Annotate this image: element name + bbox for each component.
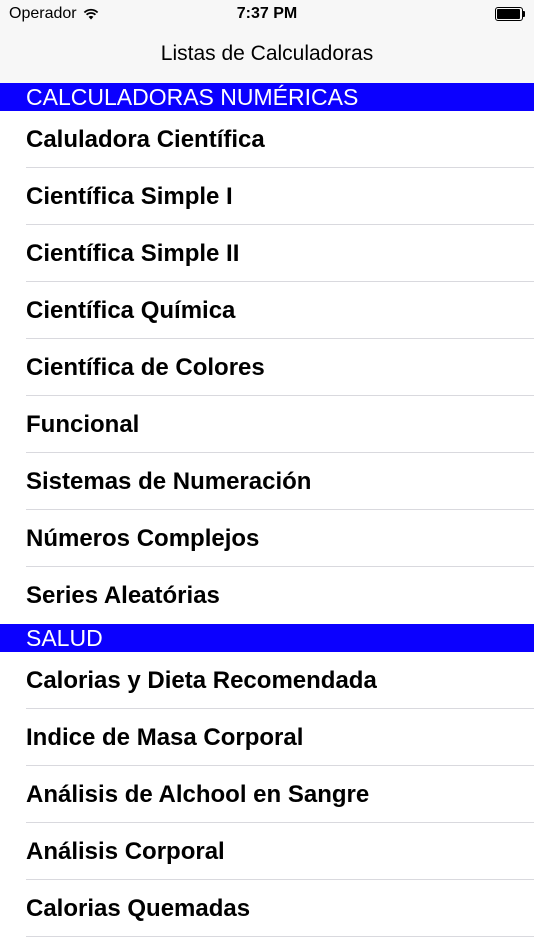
calculator-list: CALCULADORAS NUMÉRICAS Caluladora Cientí…	[0, 83, 534, 937]
list-item-sistemas-numeracion[interactable]: Sistemas de Numeración	[0, 453, 534, 510]
list-item-label: Análisis Corporal	[26, 837, 225, 865]
list-item-label: Funcional	[26, 410, 140, 438]
page-title: Listas de Calculadoras	[160, 42, 374, 65]
list-item-label: Científica Simple I	[26, 182, 233, 210]
section-header-salud: SALUD	[0, 624, 534, 652]
list-item-calculadora-cientifica[interactable]: Caluladora Científica	[0, 111, 534, 168]
list-item-cientifica-simple-ii[interactable]: Científica Simple II	[0, 225, 534, 282]
list-item-series-aleatorias[interactable]: Series Aleatórias	[0, 567, 534, 624]
list-item-label: Análisis de Alchool en Sangre	[26, 780, 370, 808]
list-item-label: Calorias Quemadas	[26, 894, 251, 922]
status-bar: Operador 7:37 PM	[0, 0, 534, 30]
list-item-label: Científica Simple II	[26, 239, 240, 267]
list-item-alcohol-sangre[interactable]: Análisis de Alchool en Sangre	[0, 766, 534, 823]
list-item-numeros-complejos[interactable]: Números Complejos	[0, 510, 534, 567]
navigation-header: Operador 7:37 PM Listas de Calculadoras	[0, 0, 534, 83]
battery-icon	[495, 7, 525, 21]
list-item-cientifica-simple-i[interactable]: Científica Simple I	[0, 168, 534, 225]
list-item-label: Sistemas de Numeración	[26, 467, 312, 495]
list-item-calorias-quemadas[interactable]: Calorias Quemadas	[0, 880, 534, 937]
list-item-funcional[interactable]: Funcional	[0, 396, 534, 453]
list-item-cientifica-quimica[interactable]: Científica Química	[0, 282, 534, 339]
list-item-label: Calorias y Dieta Recomendada	[26, 666, 377, 694]
list-item-label: Científica Química	[26, 296, 236, 324]
list-item-calorias-dieta[interactable]: Calorias y Dieta Recomendada	[0, 652, 534, 709]
section-header-numericas: CALCULADORAS NUMÉRICAS	[0, 83, 534, 111]
list-item-label: Series Aleatórias	[26, 581, 220, 609]
list-item-label: Números Complejos	[26, 524, 260, 552]
list-item-label: Indice de Masa Corporal	[26, 723, 304, 751]
list-item-masa-corporal[interactable]: Indice de Masa Corporal	[0, 709, 534, 766]
list-item-cientifica-colores[interactable]: Científica de Colores	[0, 339, 534, 396]
status-time: 7:37 PM	[236, 5, 298, 22]
list-item-analisis-corporal[interactable]: Análisis Corporal	[0, 823, 534, 880]
list-item-label: Caluladora Científica	[26, 125, 265, 153]
list-item-label: Científica de Colores	[26, 353, 265, 381]
